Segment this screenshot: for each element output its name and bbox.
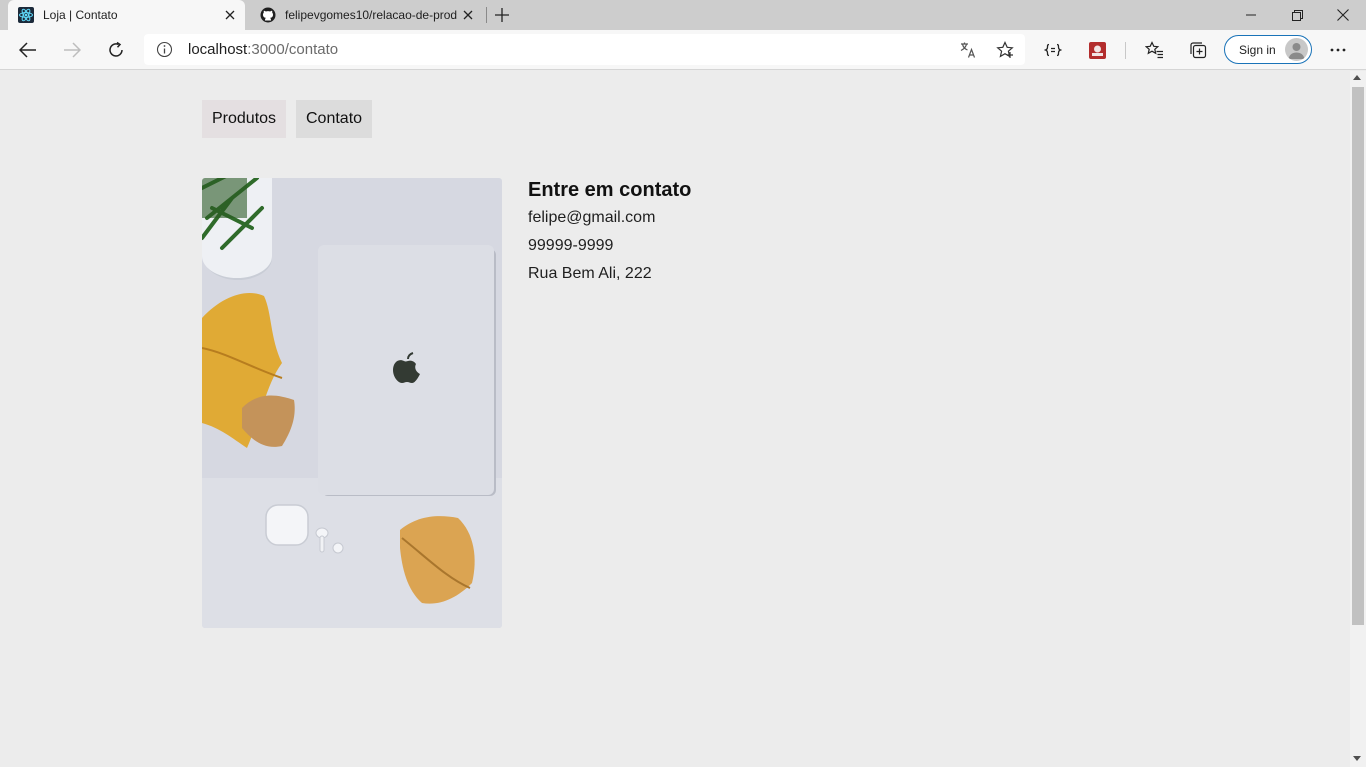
more-dots-icon [1330, 48, 1346, 52]
scroll-down-arrow-icon[interactable] [1353, 756, 1361, 761]
collections-icon [1190, 42, 1207, 59]
url-path: :3000/contato [247, 41, 339, 58]
restore-button[interactable] [1274, 0, 1320, 30]
forward-button[interactable] [56, 34, 88, 66]
url-host: localhost [188, 41, 248, 58]
close-icon [1337, 9, 1349, 21]
browser-toolbar: localhost:3000/contato Sign in [0, 30, 1366, 70]
sign-in-label: Sign in [1239, 42, 1276, 57]
arrow-right-icon [64, 42, 81, 58]
page-viewport: Produtos Contato Entre em contato felipe… [0, 71, 1350, 767]
star-icon [996, 41, 1014, 58]
toolbar-divider [1125, 42, 1126, 59]
translate-icon [960, 42, 976, 58]
braces-extension-icon [1044, 43, 1062, 57]
collections-button[interactable] [1182, 34, 1214, 66]
plus-icon [495, 8, 509, 22]
github-icon [260, 7, 276, 23]
url-text[interactable]: localhost:3000/contato [188, 41, 338, 58]
translate-button[interactable] [955, 37, 981, 63]
scroll-up-arrow-icon[interactable] [1353, 75, 1361, 80]
avatar [1285, 38, 1308, 61]
tab-title: felipevgomes10/relacao-de-prod [285, 8, 457, 22]
react-icon [18, 7, 34, 23]
tab-divider [486, 7, 487, 23]
sign-in-button[interactable]: Sign in [1224, 35, 1312, 64]
refresh-icon [109, 41, 123, 57]
extension-json-button[interactable] [1037, 34, 1069, 66]
favorites-list-icon [1144, 41, 1163, 59]
contact-phone: 99999-9999 [528, 237, 614, 254]
back-button[interactable] [12, 34, 44, 66]
info-icon[interactable] [156, 41, 173, 58]
plant-pot-shape [202, 178, 272, 280]
contact-info: Entre em contato felipe@gmail.com 99999-… [528, 178, 691, 283]
tab-strip: Loja | Contato felipevgomes10/relacao-de… [0, 0, 1366, 30]
minimize-button[interactable] [1228, 0, 1274, 30]
tab-title: Loja | Contato [43, 8, 118, 22]
contact-email: felipe@gmail.com [528, 209, 656, 226]
nav-produtos-button[interactable]: Produtos [202, 100, 286, 138]
red-extension-icon [1088, 41, 1106, 59]
user-silhouette-icon [1288, 43, 1305, 59]
arrow-left-icon [19, 42, 36, 58]
minimize-icon [1246, 14, 1256, 16]
contact-photo [202, 178, 502, 628]
tab-github[interactable]: felipevgomes10/relacao-de-prod [250, 0, 483, 30]
close-window-button[interactable] [1320, 0, 1366, 30]
close-tab-icon[interactable] [219, 4, 241, 26]
address-bar[interactable]: localhost:3000/contato [144, 34, 1025, 65]
settings-more-button[interactable] [1322, 34, 1354, 66]
nav-contato-button[interactable]: Contato [296, 100, 372, 138]
favorite-star-button[interactable] [992, 37, 1018, 63]
extension-red-button[interactable] [1081, 34, 1113, 66]
laptop-shape [318, 245, 496, 496]
refresh-button[interactable] [100, 34, 132, 66]
favorites-button[interactable] [1138, 34, 1170, 66]
vertical-scrollbar[interactable] [1350, 71, 1366, 767]
scrollbar-thumb[interactable] [1352, 87, 1364, 625]
restore-icon [1291, 9, 1303, 21]
tab-loja-contato[interactable]: Loja | Contato [8, 0, 245, 30]
contact-address: Rua Bem Ali, 222 [528, 265, 652, 282]
new-tab-button[interactable] [490, 3, 514, 27]
close-tab-icon[interactable] [457, 4, 479, 26]
contact-heading: Entre em contato [528, 179, 692, 201]
laptop-desk-image [202, 178, 502, 628]
